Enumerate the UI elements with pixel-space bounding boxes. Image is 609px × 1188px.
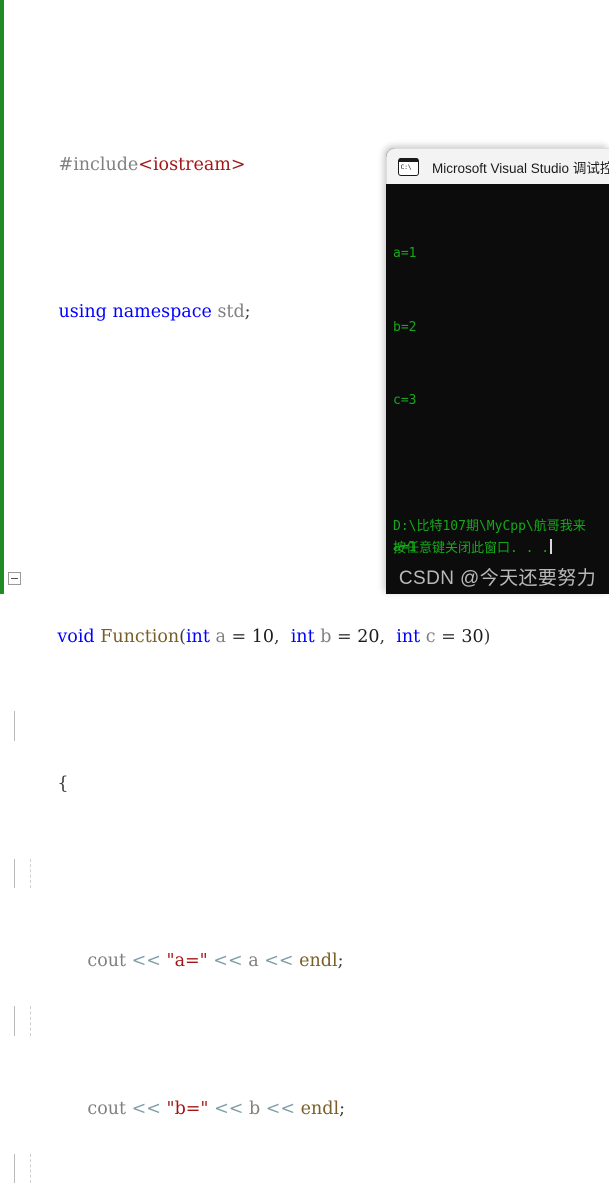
token-param-c: c xyxy=(425,626,436,647)
console-text-caret xyxy=(550,539,552,554)
token-lbrace: { xyxy=(57,774,69,794)
token-default-b: 20 xyxy=(357,626,380,647)
console-title-bar[interactable]: C:\ Microsoft Visual Studio 调试控 xyxy=(386,148,609,184)
token-string-literal-b: "b=" xyxy=(166,1098,209,1119)
token-header-include: <iostream> xyxy=(138,154,246,175)
token-comma: , xyxy=(379,626,386,647)
token-stream-operator: << xyxy=(265,1098,296,1119)
code-line[interactable]: cout << "c=" << c << endl; xyxy=(0,1153,609,1183)
token-stream-operator: << xyxy=(213,951,243,971)
token-default-a: 10 xyxy=(251,626,274,647)
token-function-name: Function xyxy=(100,626,180,647)
code-line[interactable]: cout << "b=" << b << endl; xyxy=(0,1006,609,1119)
console-output-line: c=3 xyxy=(393,393,417,408)
token-assign: = xyxy=(336,626,352,647)
token-variable-b: b xyxy=(248,1098,261,1119)
outline-rail xyxy=(14,1006,15,1036)
outline-rail xyxy=(14,858,15,888)
console-exit-prompt: 按任意键关闭此窗口. . . xyxy=(393,541,550,556)
token-stream-operator: << xyxy=(131,1098,161,1119)
token-default-c: 30 xyxy=(461,626,484,647)
token-keyword-using: using xyxy=(58,302,107,322)
token-identifier-cout: cout xyxy=(87,1098,127,1119)
indent-guide xyxy=(30,1153,31,1183)
console-exit-message-group: D:\比特107期\MyCpp\航哥我来 按任意键关闭此窗口. . . xyxy=(393,516,586,560)
token-keyword-namespace: namespace xyxy=(112,302,212,322)
indent-guide xyxy=(30,1006,31,1036)
token-identifier-cout: cout xyxy=(87,951,127,971)
token-semicolon: ; xyxy=(337,951,344,971)
token-keyword-int: int xyxy=(396,626,421,647)
token-preprocessor: #include xyxy=(58,154,139,175)
token-assign: = xyxy=(441,626,456,647)
token-comma: , xyxy=(273,626,280,647)
token-variable-a: a xyxy=(248,951,259,971)
console-app-icon: C:\ xyxy=(398,157,419,176)
code-line[interactable]: { xyxy=(0,711,609,794)
code-line[interactable]: #include<iostream> xyxy=(0,121,609,175)
debug-console-window[interactable]: C:\ Microsoft Visual Studio 调试控 a=1 b=2 … xyxy=(386,148,609,594)
token-keyword-void: void xyxy=(57,626,95,647)
token-keyword-int: int xyxy=(185,626,210,647)
token-semicolon: ; xyxy=(339,1098,345,1119)
token-stream-operator: << xyxy=(214,1098,244,1119)
token-string-literal-a: "a=" xyxy=(166,951,208,971)
token-identifier-endl: endl xyxy=(300,1098,340,1119)
indent-guide xyxy=(30,858,31,888)
console-exit-path: D:\比特107期\MyCpp\航哥我来 xyxy=(393,519,586,534)
fold-toggle-icon[interactable] xyxy=(8,571,21,585)
token-param-a: a xyxy=(215,626,226,647)
code-line[interactable]: cout << "a=" << a << endl; xyxy=(0,858,609,971)
token-identifier-std: std xyxy=(217,302,245,322)
console-window-title: Microsoft Visual Studio 调试控 xyxy=(432,160,609,176)
token-lparen: ( xyxy=(179,626,186,647)
token-param-b: b xyxy=(320,626,332,647)
csdn-watermark: CSDN @今天还要努力 xyxy=(398,568,597,589)
token-rparen: ) xyxy=(483,626,491,647)
token-keyword-int: int xyxy=(290,626,315,647)
outline-rail xyxy=(14,711,15,741)
token-stream-operator: << xyxy=(131,951,161,971)
console-output-blank xyxy=(393,463,609,488)
console-output-line: b=2 xyxy=(393,319,417,335)
token-semicolon: ; xyxy=(244,302,251,322)
token-stream-operator: << xyxy=(264,951,294,971)
outline-rail xyxy=(14,1153,15,1183)
console-icon-glyph: C:\ xyxy=(400,162,412,171)
token-identifier-endl: endl xyxy=(299,951,338,971)
token-assign: = xyxy=(231,626,247,647)
console-output-line: a=1 xyxy=(393,246,417,261)
